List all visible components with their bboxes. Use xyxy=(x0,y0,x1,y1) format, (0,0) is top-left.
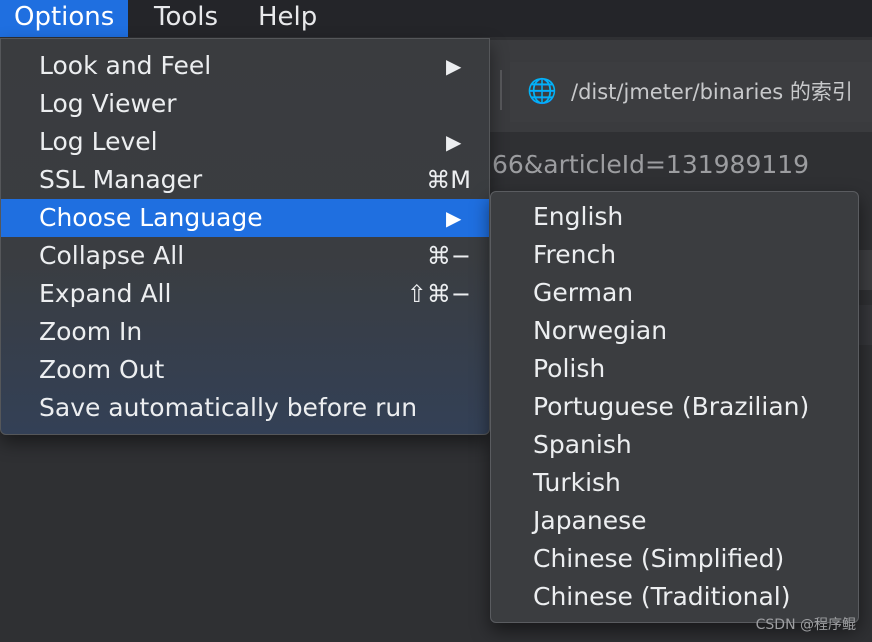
language-item-norwegian[interactable]: Norwegian xyxy=(491,312,858,350)
menu-tools[interactable]: Tools xyxy=(140,0,232,37)
language-label: Norwegian xyxy=(533,316,668,345)
language-item-english[interactable]: English xyxy=(491,198,858,236)
language-label: Turkish xyxy=(533,468,621,497)
address-text: /dist/jmeter/binaries 的索引 xyxy=(571,80,853,104)
menu-item-choose-language[interactable]: Choose Language ▶ xyxy=(1,199,489,237)
language-label: Japanese xyxy=(533,506,647,535)
menu-item-label: Expand All xyxy=(39,279,172,308)
menu-item-shortcut: ⌘M xyxy=(426,166,471,194)
language-item-polish[interactable]: Polish xyxy=(491,350,858,388)
language-item-chinese-traditional[interactable]: Chinese (Traditional) xyxy=(491,578,858,616)
background-panel-edge xyxy=(858,250,872,290)
menu-item-log-level[interactable]: Log Level ▶ xyxy=(1,123,489,161)
language-item-spanish[interactable]: Spanish xyxy=(491,426,858,464)
menu-item-label: Choose Language xyxy=(39,203,263,232)
submenu-arrow-icon: ▶ xyxy=(446,206,462,230)
menu-item-shortcut: ⇧⌘− xyxy=(406,280,471,308)
watermark: CSDN @程序鲲 xyxy=(755,617,856,633)
language-item-german[interactable]: German xyxy=(491,274,858,312)
language-item-japanese[interactable]: Japanese xyxy=(491,502,858,540)
menu-item-label: SSL Manager xyxy=(39,165,203,194)
language-label: Portuguese (Brazilian) xyxy=(533,392,810,421)
url-fragment: 66&articleId=131989119 xyxy=(492,150,810,179)
language-item-turkish[interactable]: Turkish xyxy=(491,464,858,502)
language-item-french[interactable]: French xyxy=(491,236,858,274)
background-panel-edge xyxy=(858,305,872,345)
menu-item-ssl-manager[interactable]: SSL Manager ⌘M xyxy=(1,161,489,199)
menu-item-zoom-in[interactable]: Zoom In xyxy=(1,313,489,351)
menu-item-label: Log Level xyxy=(39,127,158,156)
menu-item-label: Save automatically before run xyxy=(39,393,418,422)
language-label: Spanish xyxy=(533,430,632,459)
language-item-chinese-simplified[interactable]: Chinese (Simplified) xyxy=(491,540,858,578)
menu-help[interactable]: Help xyxy=(244,0,331,37)
language-label: English xyxy=(533,202,624,231)
menu-item-label: Log Viewer xyxy=(39,89,177,118)
language-label: French xyxy=(533,240,617,269)
menu-bar: Options Tools Help xyxy=(0,0,872,37)
menu-item-zoom-out[interactable]: Zoom Out xyxy=(1,351,489,389)
menu-item-look-and-feel[interactable]: Look and Feel ▶ xyxy=(1,47,489,85)
language-label: German xyxy=(533,278,634,307)
menu-item-save-automatically[interactable]: Save automatically before run xyxy=(1,389,489,427)
menu-item-label: Zoom In xyxy=(39,317,143,346)
menu-item-label: Look and Feel xyxy=(39,51,212,80)
submenu-arrow-icon: ▶ xyxy=(446,54,462,78)
menu-item-label: Zoom Out xyxy=(39,355,165,384)
toolbar-divider xyxy=(500,70,502,110)
menu-options[interactable]: Options xyxy=(0,0,129,37)
language-item-portuguese-brazilian[interactable]: Portuguese (Brazilian) xyxy=(491,388,858,426)
language-submenu: English French German Norwegian Polish P… xyxy=(490,191,859,623)
menu-item-log-viewer[interactable]: Log Viewer xyxy=(1,85,489,123)
menu-item-label: Collapse All xyxy=(39,241,185,270)
menu-item-collapse-all[interactable]: Collapse All ⌘− xyxy=(1,237,489,275)
menu-item-shortcut: ⌘− xyxy=(426,242,471,270)
language-label: Polish xyxy=(533,354,606,383)
menu-item-expand-all[interactable]: Expand All ⇧⌘− xyxy=(1,275,489,313)
language-label: Chinese (Traditional) xyxy=(533,582,791,611)
submenu-arrow-icon: ▶ xyxy=(446,130,462,154)
globe-icon: 🌐 xyxy=(527,77,557,105)
options-dropdown: Look and Feel ▶ Log Viewer Log Level ▶ S… xyxy=(0,38,490,435)
language-label: Chinese (Simplified) xyxy=(533,544,785,573)
